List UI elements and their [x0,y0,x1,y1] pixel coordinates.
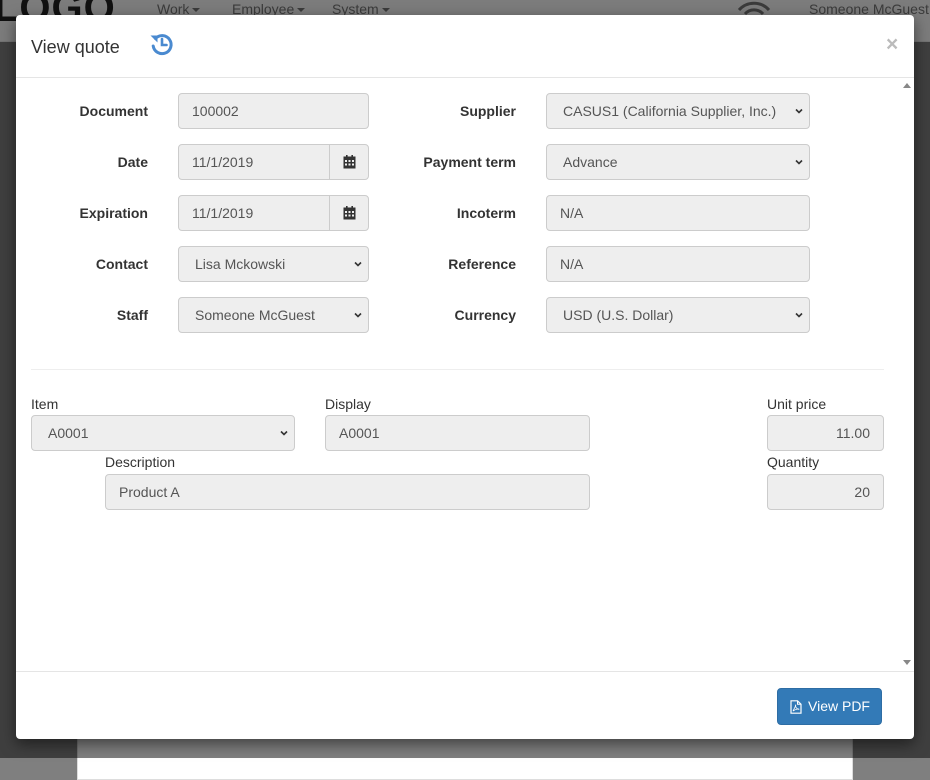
chevron-down-icon [354,312,362,318]
currency-label: Currency [454,307,516,323]
contact-select[interactable]: Lisa Mckowski [178,246,369,282]
date-field: 11/1/2019 [178,144,330,180]
staff-label: Staff [116,307,148,323]
quantity-field: 20 [767,474,884,510]
reference-label: Reference [448,256,516,272]
incoterm-label: Incoterm [456,205,516,221]
expiration-label: Expiration [79,205,148,221]
item-select-value: A0001 [48,425,89,441]
document-field: 100002 [178,93,369,129]
date-picker-button[interactable] [329,144,369,180]
chevron-down-icon [795,159,803,165]
quantity-label: Quantity [767,454,820,470]
chevron-down-icon [795,108,803,114]
modal-scrollbar[interactable] [900,78,914,671]
description-field: Product A [105,474,590,510]
view-pdf-label: View PDF [808,698,870,714]
item-label: Item [31,396,59,412]
expiration-field: 11/1/2019 [178,195,330,231]
modal-footer: View PDF [16,671,914,739]
staff-select[interactable]: Someone McGuest [178,297,369,333]
close-icon[interactable]: × [886,34,898,55]
supplier-select-value: CASUS1 (California Supplier, Inc.) [563,103,777,119]
description-label: Description [105,454,176,470]
display-field: A0001 [325,415,590,451]
view-quote-modal: View quote × Document 100002 Date 11/1/2… [16,15,914,739]
currency-select-value: USD (U.S. Dollar) [563,307,674,323]
incoterm-field: N/A [546,195,810,231]
payment-term-select-value: Advance [563,154,618,170]
file-pdf-icon [790,700,802,714]
expiration-picker-button[interactable] [329,195,369,231]
calendar-icon [343,155,356,169]
document-label: Document [79,103,148,119]
currency-select[interactable]: USD (U.S. Dollar) [546,297,810,333]
modal-body: Document 100002 Date 11/1/2019 Expiratio… [16,78,914,671]
view-pdf-button[interactable]: View PDF [777,688,882,725]
supplier-label: Supplier [459,103,516,119]
contact-label: Contact [95,256,148,272]
chevron-down-icon [795,312,803,318]
display-label: Display [325,396,371,412]
section-divider [31,369,884,370]
calendar-icon [343,206,356,220]
chevron-down-icon [354,261,362,267]
unit-price-field: 11.00 [767,415,884,451]
modal-title: View quote [31,37,120,57]
contact-select-value: Lisa Mckowski [195,256,286,272]
item-select[interactable]: A0001 [31,415,295,451]
scroll-down-arrow-icon[interactable] [903,660,911,665]
payment-term-label: Payment term [423,154,516,170]
supplier-select[interactable]: CASUS1 (California Supplier, Inc.) [546,93,810,129]
staff-select-value: Someone McGuest [195,307,315,323]
chevron-down-icon [280,430,288,436]
date-label: Date [117,154,148,170]
reference-field: N/A [546,246,810,282]
modal-header: View quote × [16,15,914,78]
scroll-up-arrow-icon[interactable] [903,83,911,88]
unit-price-label: Unit price [767,396,827,412]
history-icon[interactable] [148,31,176,57]
payment-term-select[interactable]: Advance [546,144,810,180]
